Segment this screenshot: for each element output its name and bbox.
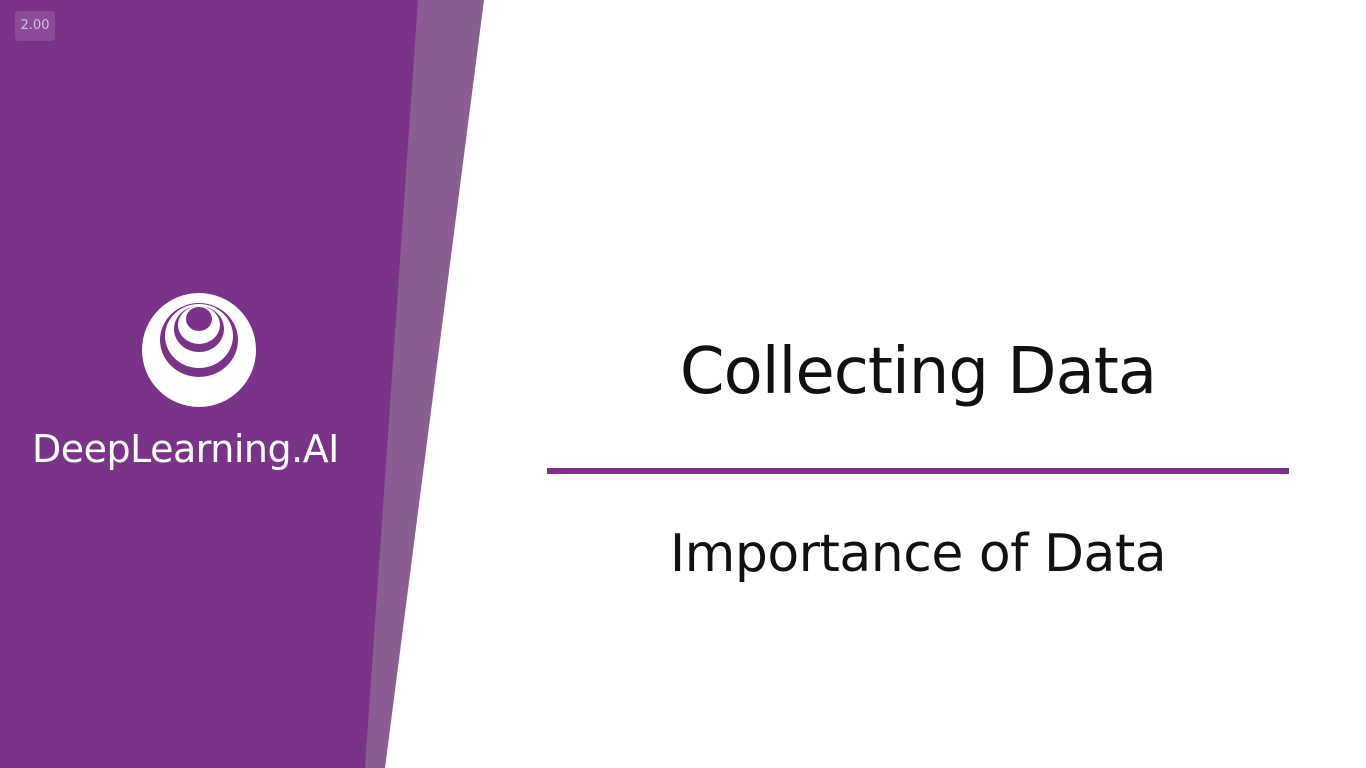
deeplearning-ai-logo-icon <box>142 293 256 407</box>
slide-subtitle: Importance of Data <box>669 524 1167 584</box>
title-divider <box>547 468 1289 474</box>
slide-stage: 2.00 DeepLearning.AI Collecting Data Imp… <box>0 0 1366 768</box>
brand-name: DeepLearning.AI <box>32 427 339 471</box>
slide-title: Collecting Data <box>679 335 1157 409</box>
playback-speed-badge[interactable]: 2.00 <box>15 11 55 41</box>
